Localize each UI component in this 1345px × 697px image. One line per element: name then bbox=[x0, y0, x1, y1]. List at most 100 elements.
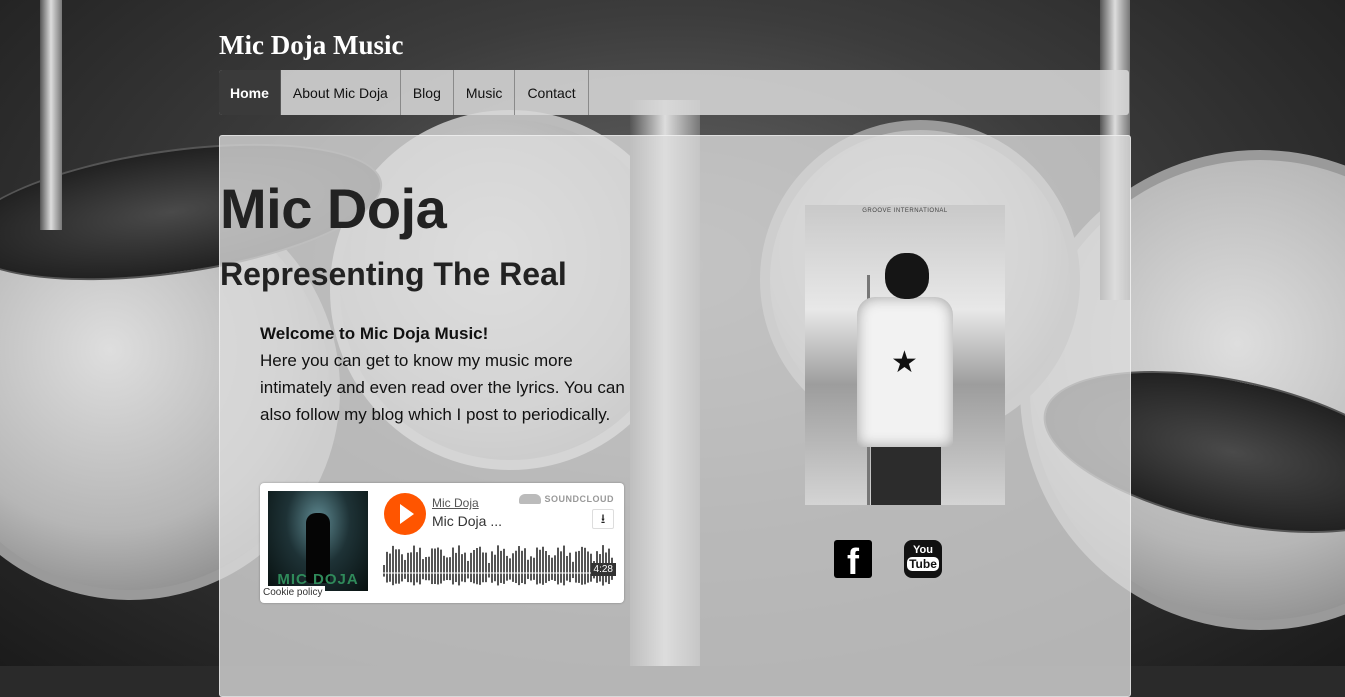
waveform-bar bbox=[569, 552, 571, 583]
waveform-bar bbox=[578, 550, 580, 583]
waveform-bar bbox=[476, 548, 478, 585]
welcome-heading: Welcome to Mic Doja Music! bbox=[260, 324, 489, 343]
youtube-tube-text: Tube bbox=[907, 557, 939, 571]
waveform-bar bbox=[494, 554, 496, 582]
waveform-bar bbox=[428, 556, 430, 581]
waveform-bar bbox=[416, 552, 418, 583]
waveform-bar bbox=[440, 549, 442, 584]
waveform-bar bbox=[521, 550, 523, 583]
waveform-bar bbox=[410, 552, 412, 583]
content-panel: Mic Doja Representing The Real Welcome t… bbox=[219, 135, 1131, 697]
photo-figure-head bbox=[885, 253, 929, 299]
waveform-bar bbox=[383, 565, 385, 577]
waveform-bar bbox=[458, 545, 460, 586]
waveform-bar bbox=[584, 547, 586, 585]
waveform-bar bbox=[443, 555, 445, 581]
waveform-bar bbox=[455, 552, 457, 583]
track-artwork[interactable]: MIC DOJA bbox=[268, 491, 368, 591]
nav-contact[interactable]: Contact bbox=[515, 70, 589, 115]
nav-music[interactable]: Music bbox=[454, 70, 516, 115]
waveform-bar bbox=[533, 557, 535, 580]
waveform-bar bbox=[392, 545, 394, 586]
waveform-bar bbox=[530, 556, 532, 581]
waveform-bar bbox=[437, 547, 439, 585]
soundcloud-track-title[interactable]: Mic Doja ... bbox=[432, 513, 502, 529]
waveform-bar bbox=[449, 557, 451, 581]
waveform-bar bbox=[527, 559, 529, 579]
waveform-bar bbox=[518, 546, 520, 586]
waveform-bar bbox=[563, 545, 565, 586]
hero-tagline: Representing The Real bbox=[220, 256, 567, 292]
waveform-bar bbox=[431, 548, 433, 585]
waveform-bar bbox=[566, 555, 568, 581]
soundcloud-cloud-icon bbox=[518, 494, 541, 504]
waveform-bar bbox=[491, 551, 493, 583]
waveform-bar bbox=[401, 554, 403, 582]
waveform-bar bbox=[542, 546, 544, 585]
track-duration: 4:28 bbox=[590, 563, 616, 576]
waveform[interactable] bbox=[383, 543, 615, 589]
youtube-you-text: You bbox=[913, 544, 933, 556]
facebook-icon[interactable]: f bbox=[834, 540, 872, 582]
waveform-bar bbox=[503, 548, 505, 584]
waveform-bar bbox=[482, 552, 484, 583]
welcome-body: Here you can get to know my music more i… bbox=[260, 351, 625, 424]
waveform-bar bbox=[581, 546, 583, 585]
waveform-bar bbox=[572, 561, 574, 579]
soundcloud-player[interactable]: MIC DOJA Cookie policy Mic Doja Mic Doja… bbox=[260, 483, 624, 603]
waveform-bar bbox=[413, 545, 415, 586]
soundcloud-artist-link[interactable]: Mic Doja bbox=[432, 496, 479, 510]
waveform-bar bbox=[506, 555, 508, 581]
waveform-bar bbox=[389, 553, 391, 582]
soundcloud-brand-text: SOUNDCLOUD bbox=[544, 494, 614, 504]
waveform-bar bbox=[512, 553, 514, 582]
waveform-bar bbox=[395, 549, 397, 584]
welcome-text: Welcome to Mic Doja Music! Here you can … bbox=[260, 320, 625, 428]
download-icon[interactable]: ⭳ bbox=[592, 509, 614, 529]
waveform-bar bbox=[470, 552, 472, 583]
waveform-bar bbox=[446, 557, 448, 581]
waveform-bar bbox=[461, 554, 463, 582]
waveform-bar bbox=[425, 557, 427, 581]
site-title[interactable]: Mic Doja Music bbox=[219, 30, 403, 61]
waveform-bar bbox=[536, 547, 538, 585]
photo-figure-legs bbox=[871, 445, 941, 505]
cookie-policy-link[interactable]: Cookie policy bbox=[260, 586, 326, 599]
play-button[interactable] bbox=[384, 493, 426, 535]
soundcloud-logo[interactable]: SOUNDCLOUD bbox=[518, 494, 615, 504]
waveform-bar bbox=[419, 547, 421, 585]
waveform-bar bbox=[398, 549, 400, 584]
waveform-bar bbox=[515, 550, 517, 584]
waveform-bar bbox=[422, 559, 424, 580]
waveform-bar bbox=[434, 548, 436, 584]
nav-about[interactable]: About Mic Doja bbox=[281, 70, 401, 115]
waveform-bar bbox=[539, 549, 541, 584]
waveform-bar bbox=[467, 560, 469, 579]
artist-photo: GROOVE INTERNATIONAL ★ bbox=[805, 205, 1005, 505]
waveform-bar bbox=[509, 558, 511, 580]
waveform-bar bbox=[479, 546, 481, 585]
waveform-bar bbox=[551, 557, 553, 580]
waveform-bar bbox=[473, 549, 475, 584]
nav-blog[interactable]: Blog bbox=[401, 70, 454, 115]
waveform-bar bbox=[386, 551, 388, 583]
photo-caption: GROOVE INTERNATIONAL bbox=[862, 208, 948, 214]
waveform-bar bbox=[575, 551, 577, 583]
hero-name: Mic Doja bbox=[220, 177, 447, 240]
waveform-bar bbox=[404, 559, 406, 579]
waveform-bar bbox=[557, 547, 559, 585]
main-nav: Home About Mic Doja Blog Music Contact bbox=[219, 70, 1129, 115]
waveform-bar bbox=[500, 550, 502, 583]
star-emblem: ★ bbox=[891, 346, 918, 379]
nav-home[interactable]: Home bbox=[219, 70, 281, 115]
waveform-bar bbox=[554, 555, 556, 581]
waveform-bar bbox=[560, 551, 562, 583]
waveform-bar bbox=[497, 545, 499, 586]
waveform-bar bbox=[488, 562, 490, 578]
waveform-bar bbox=[548, 555, 550, 582]
youtube-icon[interactable]: You Tube bbox=[904, 540, 942, 578]
waveform-bar bbox=[545, 551, 547, 583]
waveform-bar bbox=[452, 547, 454, 585]
waveform-bar bbox=[464, 552, 466, 583]
waveform-bar bbox=[587, 551, 589, 583]
